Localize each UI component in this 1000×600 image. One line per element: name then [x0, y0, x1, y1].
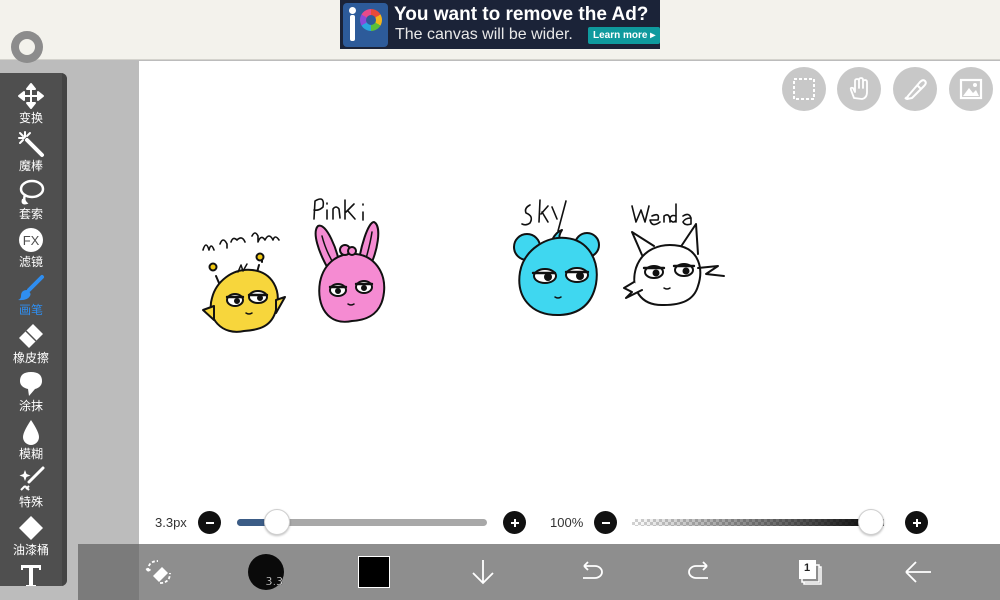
reference-image-button[interactable] [949, 67, 993, 111]
ad-banner[interactable]: You want to remove the Ad? The canvas wi… [340, 0, 660, 49]
brush-size-fill [237, 519, 267, 526]
brush-size-indicator: 3.3 [248, 554, 284, 590]
tool-smudge[interactable]: 涂抹 [0, 369, 62, 417]
undo-icon [583, 561, 603, 579]
brush-size-increase-button[interactable] [503, 511, 526, 534]
brush-size-label: 3.3px [155, 515, 187, 530]
paint-bucket-icon [19, 516, 43, 540]
transform-eraser-button[interactable] [140, 544, 178, 600]
fx-filter-icon: FX [19, 228, 43, 252]
opacity-label: 100% [550, 515, 584, 530]
tool-eraser[interactable]: 橡皮擦 [0, 321, 62, 369]
opacity-increase-button[interactable] [905, 511, 928, 534]
color-button[interactable] [356, 544, 392, 600]
brush-size-indicator-text: 3.3 [265, 575, 283, 588]
svg-text:FX: FX [23, 233, 40, 248]
tool-lasso[interactable]: 套索 [0, 177, 62, 225]
top-bar: You want to remove the Ad? The canvas wi… [0, 0, 1000, 63]
image-icon [959, 78, 983, 100]
pen-icon [904, 79, 927, 100]
tool-label: 模糊 [18, 447, 43, 461]
ibispaint-logo-icon [343, 3, 388, 47]
magic-wand-icon [18, 131, 44, 157]
character-sky [513, 199, 600, 317]
layers-button[interactable]: 1 [794, 544, 824, 600]
tool-filter[interactable]: FX 滤镜 [0, 225, 62, 273]
bottom-toolbar: 3.3 1 [78, 544, 1000, 600]
opacity-slider[interactable] [632, 519, 884, 526]
tool-label: 特殊 [18, 495, 43, 509]
plus-icon [510, 518, 519, 527]
brush-size-thumb[interactable] [263, 509, 290, 535]
special-sparkle-wand-icon [19, 466, 45, 491]
character-wenda [623, 203, 725, 307]
redo-icon [688, 561, 708, 579]
bottom-toolbar-spacer [78, 544, 139, 600]
blur-drop-icon [23, 420, 39, 445]
ad-subline: The canvas will be wider. [395, 26, 573, 43]
layer-count: 1 [800, 561, 814, 575]
artwork [202, 198, 725, 333]
opacity-thumb[interactable] [858, 509, 884, 535]
minus-icon [205, 521, 214, 524]
ad-learn-more-button[interactable]: Learn more ▸ [588, 27, 660, 44]
text-tool-icon [21, 565, 41, 586]
selection-icon [793, 78, 815, 100]
tool-label: 套索 [18, 207, 43, 221]
eraser-icon [19, 324, 43, 348]
hand-icon [849, 77, 868, 100]
smudge-icon [20, 372, 42, 396]
character-pinki [313, 198, 386, 323]
back-icon [905, 561, 931, 583]
tool-brush[interactable]: 画笔 [0, 273, 62, 321]
tool-label: 橡皮擦 [12, 351, 49, 365]
brush-size-indicator-button[interactable]: 3.3 [246, 544, 286, 600]
tool-blur[interactable]: 模糊 [0, 417, 62, 465]
hand-view-button[interactable] [837, 67, 881, 111]
tool-label: 变换 [18, 111, 43, 125]
menu-button[interactable] [11, 31, 43, 63]
move-arrows-icon [18, 83, 44, 109]
selection-view-button[interactable] [782, 67, 826, 111]
download-icon [472, 560, 494, 585]
tool-label: 涂抹 [18, 399, 43, 413]
lasso-icon [19, 179, 45, 205]
transform-eraser-icon [145, 560, 171, 584]
color-swatch [358, 556, 390, 588]
drawing-canvas[interactable] [139, 61, 1000, 544]
tool-magic-wand[interactable]: 魔棒 [0, 129, 62, 177]
save-download-button[interactable] [468, 544, 498, 600]
redo-button[interactable] [685, 544, 715, 600]
minus-icon [601, 521, 610, 524]
plus-icon [912, 518, 921, 527]
tool-text[interactable] [0, 561, 62, 586]
brush-icon [18, 275, 44, 301]
tool-panel-scrollbar[interactable] [62, 73, 67, 586]
tool-special[interactable]: 特殊 [0, 465, 62, 513]
tool-label: 画笔 [18, 303, 43, 317]
ad-headline: You want to remove the Ad? [394, 4, 649, 25]
tool-paint-bucket[interactable]: 油漆桶 [0, 513, 62, 561]
layers-icon: 1 [795, 558, 823, 586]
undo-button[interactable] [576, 544, 606, 600]
tool-transform[interactable]: 变换 [0, 81, 62, 129]
tool-label: 油漆桶 [12, 543, 49, 557]
tool-label: 滤镜 [18, 255, 43, 269]
character-simon [202, 232, 286, 333]
pen-view-button[interactable] [893, 67, 937, 111]
opacity-decrease-button[interactable] [594, 511, 617, 534]
tool-label: 魔棒 [18, 159, 43, 173]
tool-panel: 变换 魔棒 套索 FX 滤镜 画笔 橡皮擦 涂抹 模糊 特殊 油漆桶 [0, 73, 67, 586]
brush-size-decrease-button[interactable] [198, 511, 221, 534]
back-button[interactable] [903, 544, 933, 600]
